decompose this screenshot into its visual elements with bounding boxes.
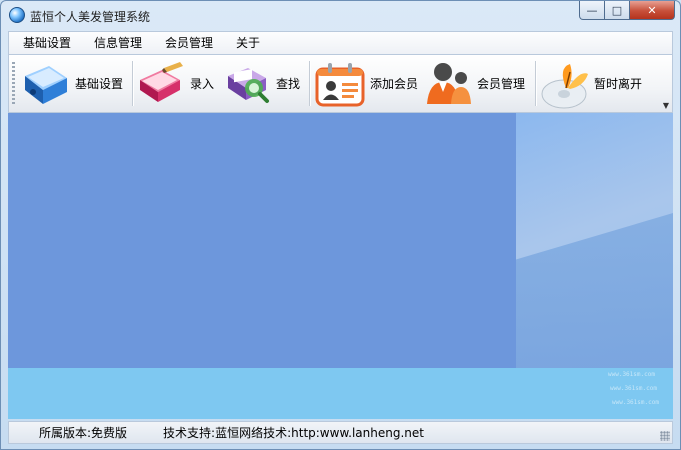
minimize-button[interactable]: —: [579, 1, 605, 20]
maximize-icon: □: [611, 3, 623, 17]
toolbar-member-management-label: 会员管理: [477, 77, 526, 91]
app-window: 蓝恒个人美发管理系统 — □ ✕ 基础设置 信息管理 会员管理 关于 基础设置: [0, 0, 681, 450]
members-group-icon: [427, 62, 471, 104]
toolbar-search-label: 查找: [276, 77, 301, 91]
clipboard-search-icon: [228, 67, 269, 103]
close-icon: ✕: [647, 3, 657, 17]
minimize-icon: —: [586, 3, 598, 17]
status-edition: 所属版本:免费版: [39, 426, 128, 440]
menu-about[interactable]: 关于: [222, 32, 269, 54]
background-watermark: www.361sm.com: [610, 385, 657, 392]
main-workspace: www.361sm.com www.361sm.com www.361sm.co…: [8, 113, 673, 419]
toolbar-grip[interactable]: [12, 62, 15, 106]
background-band: [8, 368, 673, 419]
resize-grip-icon[interactable]: [660, 431, 670, 441]
member-card-icon: [315, 62, 365, 106]
toolbar-away-label: 暂时离开: [594, 77, 643, 91]
toolbar-add-member-button[interactable]: 添加会员: [314, 55, 418, 112]
toolbar: 基础设置 录入 查找 添加会员 会员管理 暂时离开 ▼: [8, 54, 673, 113]
app-logo-icon: [9, 7, 25, 23]
background-watermark: www.361sm.com: [612, 399, 659, 406]
menu-info-management[interactable]: 信息管理: [80, 32, 151, 54]
blue-binder-icon: [25, 65, 67, 104]
window-title: 蓝恒个人美发管理系统: [30, 10, 151, 24]
window-controls: — □ ✕: [579, 1, 675, 21]
toolbar-overflow-icon[interactable]: ▼: [663, 101, 669, 110]
background-watermark: www.361sm.com: [608, 371, 655, 378]
menu-basic-settings[interactable]: 基础设置: [9, 32, 80, 54]
toolbar-separator: [132, 61, 134, 106]
maximize-button[interactable]: □: [605, 1, 630, 20]
toolbar-separator: [535, 61, 537, 106]
background-panel: [8, 113, 516, 368]
toolbar-add-member-label: 添加会员: [370, 77, 419, 91]
toolbar-entry-label: 录入: [190, 77, 215, 91]
toolbar-away-button[interactable]: 暂时离开: [540, 55, 642, 112]
red-book-pencil-icon: [140, 61, 183, 102]
menu-member-management[interactable]: 会员管理: [151, 32, 222, 54]
toolbar-basic-settings-button[interactable]: 基础设置: [19, 55, 123, 112]
toolbar-entry-button[interactable]: 录入: [136, 55, 214, 112]
toolbar-separator: [309, 61, 311, 106]
menu-bar: 基础设置 信息管理 会员管理 关于: [8, 31, 673, 54]
toolbar-basic-settings-label: 基础设置: [75, 77, 124, 91]
status-bar: 所属版本:免费版 技术支持:蓝恒网络技术:http:www.lanheng.ne…: [8, 421, 673, 444]
close-button[interactable]: ✕: [630, 1, 675, 20]
toolbar-search-button[interactable]: 查找: [224, 55, 300, 112]
toolbar-member-management-button[interactable]: 会员管理: [421, 55, 525, 112]
butterfly-disc-icon: [541, 63, 588, 108]
status-support: 技术支持:蓝恒网络技术:http:www.lanheng.net: [163, 426, 424, 440]
title-bar[interactable]: 蓝恒个人美发管理系统 — □ ✕: [1, 1, 680, 31]
